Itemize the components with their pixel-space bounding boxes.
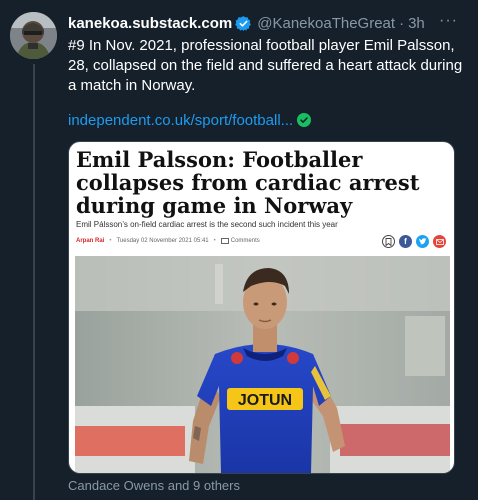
article-photo: JOTUN — [75, 256, 450, 473]
liked-by[interactable]: Candace Owens and 9 others — [68, 478, 240, 493]
avatar[interactable] — [10, 12, 57, 59]
email-icon — [433, 235, 446, 248]
comments-label: Comments — [230, 238, 260, 244]
tweet-text: #9 In Nov. 2021, professional football p… — [68, 37, 463, 94]
byline-separator: • — [213, 238, 216, 244]
article-date: Tuesday 02 November 2021 05:41 — [116, 238, 209, 244]
sponsor-logo: JOTUN — [238, 392, 292, 409]
timestamp[interactable]: 3h — [408, 15, 425, 32]
verified-badge-icon — [235, 15, 252, 32]
green-check-icon — [297, 113, 312, 127]
article-subheadline: Emil Pálsson’s on-field cardiac arrest i… — [76, 220, 338, 229]
twitter-icon — [416, 235, 429, 248]
author-name: Arpan Rai — [76, 238, 105, 244]
share-icons: f — [382, 235, 446, 248]
article-headline: Emil Palsson: Footballer collapses from … — [76, 147, 420, 218]
separator-dot: · — [399, 14, 405, 32]
article-link[interactable]: independent.co.uk/sport/football... — [68, 112, 293, 129]
thread-line — [33, 64, 35, 500]
handle[interactable]: @KanekoaTheGreat — [257, 15, 395, 32]
display-name[interactable]: kanekoa.substack.com — [68, 15, 232, 32]
tweet-header: kanekoa.substack.com @KanekoaTheGreat · … — [68, 12, 468, 34]
link-preview-card[interactable]: Emil Palsson: Footballer collapses from … — [68, 141, 455, 474]
more-options-icon[interactable]: ··· — [439, 12, 458, 30]
link-row[interactable]: independent.co.uk/sport/football... — [68, 110, 312, 130]
byline-separator: • — [109, 238, 112, 244]
comment-icon — [220, 238, 229, 244]
article-byline: Arpan Rai • Tuesday 02 November 2021 05:… — [76, 238, 260, 244]
bookmark-icon — [382, 235, 395, 248]
facebook-icon: f — [399, 235, 412, 248]
avatar-image — [10, 12, 57, 59]
